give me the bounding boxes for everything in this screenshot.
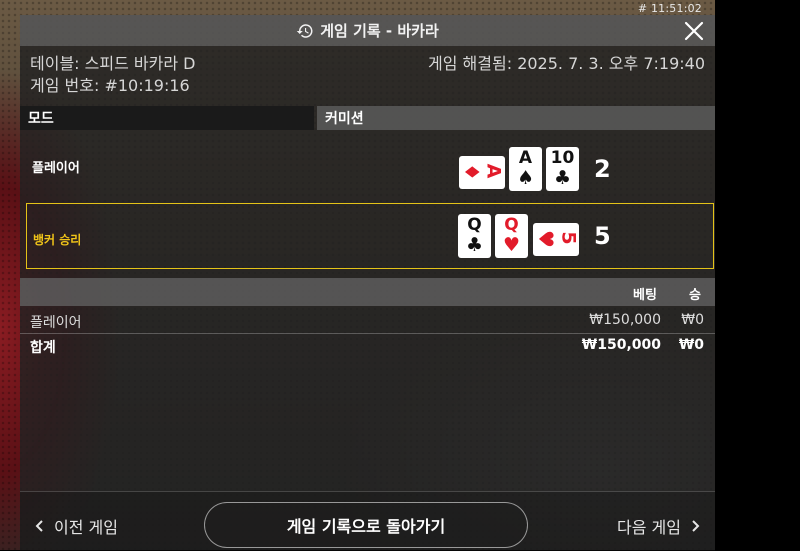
game-number: 게임 번호: #10:19:16: [30, 76, 190, 95]
previous-game-button[interactable]: 이전 게임: [34, 514, 118, 538]
card-rank: A: [518, 148, 533, 168]
panel-title-text: 게임 기록 - 바카라: [320, 22, 439, 40]
card-banker-1: Q ♣: [458, 214, 491, 258]
previous-game-label: 이전 게임: [54, 518, 118, 537]
bet-row-win: ₩0: [681, 312, 704, 328]
game-history-panel: 게임 기록 - 바카라 테이블: 스피드 바카라 D 게임 번호: #10:19…: [20, 15, 715, 551]
next-game-label: 다음 게임: [617, 518, 681, 537]
next-game-button[interactable]: 다음 게임: [617, 514, 701, 538]
back-to-history-button[interactable]: 게임 기록으로 돌아가기: [204, 502, 528, 548]
player-hand-label: 플레이어: [32, 161, 80, 176]
card-player-2: A ♠: [509, 147, 542, 191]
total-row: 합계 ₩150,000 ₩0: [20, 333, 715, 358]
card-banker-2: Q ♥: [495, 214, 528, 258]
table-label: 테이블: 스피드 바카라 D: [30, 54, 196, 73]
right-black-area: [715, 0, 800, 550]
bet-row-label: 플레이어: [30, 315, 82, 331]
card-rank: Q: [467, 215, 482, 235]
resolved-time: 게임 해결됨: 2025. 7. 3. 오후 7:19:40: [428, 54, 705, 73]
player-hand-row: 플레이어 ♦ A A ♠ 10 ♣ 2: [26, 135, 714, 201]
total-label: 합계: [30, 340, 56, 356]
clock: # 11:51:02: [637, 2, 702, 15]
history-icon: [297, 23, 313, 38]
player-score: 2: [594, 155, 611, 183]
card-rank: A: [482, 163, 505, 179]
card-banker-3: ♥ 5: [533, 223, 579, 256]
banker-hand-label: 뱅커 승리: [33, 233, 82, 247]
card-suit: ♥: [502, 234, 521, 256]
banker-score: 5: [594, 222, 611, 250]
card-rank: Q: [504, 215, 519, 235]
panel-title: 게임 기록 - 바카라: [296, 20, 439, 41]
card-suit: ♣: [553, 167, 572, 189]
bet-column-header: 베팅: [633, 288, 657, 303]
card-suit: ♥: [533, 230, 558, 248]
bet-row: 플레이어 ₩150,000 ₩0: [20, 308, 715, 334]
footer-nav: 이전 게임 게임 기록으로 돌아가기 다음 게임: [20, 491, 715, 551]
card-suit: ♣: [465, 234, 484, 256]
card-rank: 5: [557, 231, 580, 245]
commission-column-header: 커미션: [317, 106, 715, 130]
close-icon[interactable]: [683, 20, 705, 42]
chevron-right-icon: [692, 520, 700, 532]
card-suit: ♠: [516, 167, 535, 189]
card-suit: ♦: [459, 163, 484, 181]
bets-header: 베팅 승: [20, 278, 715, 306]
win-column-header: 승: [689, 288, 701, 303]
panel-header: 게임 기록 - 바카라: [20, 15, 715, 46]
banker-hand-row: 뱅커 승리 Q ♣ Q ♥ ♥ 5 5: [26, 203, 714, 269]
card-player-1: ♦ A: [459, 156, 505, 189]
chevron-left-icon: [35, 520, 43, 532]
total-win: ₩0: [678, 337, 704, 353]
bet-row-amount: ₩150,000: [589, 312, 661, 328]
card-player-3: 10 ♣: [546, 147, 579, 191]
total-bet: ₩150,000: [581, 337, 661, 353]
card-rank: 10: [550, 148, 575, 168]
mode-column-header: 모드: [20, 106, 314, 130]
